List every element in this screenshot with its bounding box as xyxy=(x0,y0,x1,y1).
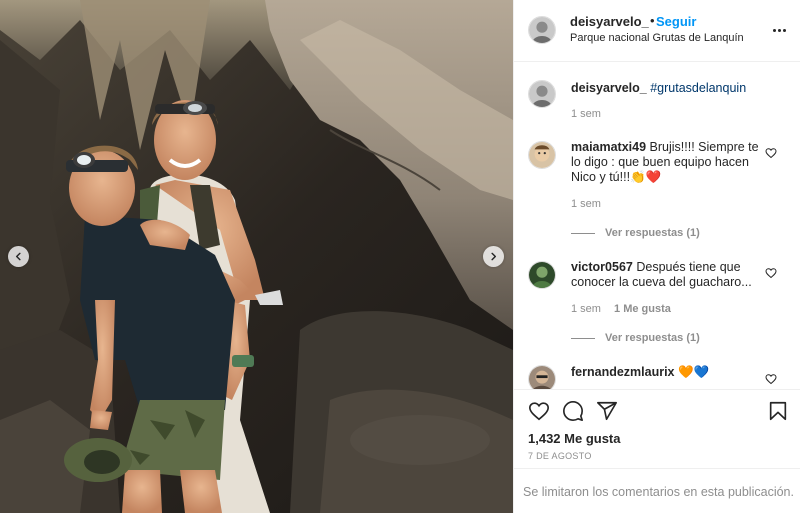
comments-list[interactable]: deisyarvelo_ #grutasdelanquin 1 sem maia… xyxy=(514,63,800,389)
replies-divider xyxy=(571,232,595,234)
author-avatar[interactable] xyxy=(528,16,556,44)
commenter-avatar[interactable] xyxy=(528,141,556,169)
comment-text: victor0567 Después tiene que conocer la … xyxy=(571,260,752,289)
chevron-right-icon xyxy=(491,252,497,261)
separator-dot: • xyxy=(650,13,655,28)
more-options-icon[interactable] xyxy=(773,22,789,38)
replies-divider xyxy=(571,337,595,339)
commenter-avatar[interactable] xyxy=(528,365,556,389)
comment-text: maiamatxi49 Brujis!!!! Siempre te lo dig… xyxy=(571,140,759,184)
view-replies-button[interactable]: Ver respuestas (1) xyxy=(571,332,700,344)
post-side-panel: deisyarvelo_ • Seguir Parque nacional Gr… xyxy=(513,0,800,513)
comment-text: fernandezmlaurix 🧡💙 xyxy=(571,365,766,380)
heart-icon[interactable] xyxy=(765,267,777,279)
post-header: deisyarvelo_ • Seguir Parque nacional Gr… xyxy=(514,0,800,62)
share-icon[interactable] xyxy=(596,400,618,422)
caption-username[interactable]: deisyarvelo_ xyxy=(571,81,647,95)
emoji: 👏❤️ xyxy=(630,170,662,184)
author-username[interactable]: deisyarvelo_ xyxy=(570,14,649,29)
commenter-username[interactable]: victor0567 xyxy=(571,260,633,274)
hashtag-link[interactable]: #grutasdelanquin xyxy=(650,81,746,95)
comment-likes[interactable]: 1 Me gusta xyxy=(614,303,671,315)
previous-photo-button[interactable] xyxy=(8,246,29,267)
post-date[interactable]: 7 DE AGOSTO xyxy=(528,451,592,461)
post-viewer: deisyarvelo_ • Seguir Parque nacional Gr… xyxy=(0,0,800,513)
heart-icon[interactable] xyxy=(765,147,777,159)
caption-text: deisyarvelo_ #grutasdelanquin xyxy=(571,81,766,96)
likes-count[interactable]: 1,432 Me gusta xyxy=(528,431,621,446)
view-replies-button[interactable]: Ver respuestas (1) xyxy=(571,227,700,239)
commenter-username[interactable]: maiamatxi49 xyxy=(571,140,646,154)
author-avatar[interactable] xyxy=(528,80,556,108)
chevron-left-icon xyxy=(15,252,21,261)
next-photo-button[interactable] xyxy=(483,246,504,267)
post-media[interactable] xyxy=(0,0,513,513)
follow-button[interactable]: Seguir xyxy=(656,14,696,29)
heart-icon[interactable] xyxy=(765,373,777,385)
heart-icon[interactable] xyxy=(528,400,550,422)
comment-time[interactable]: 1 sem xyxy=(571,198,601,210)
post-location[interactable]: Parque nacional Grutas de Lanquín xyxy=(570,32,744,44)
bookmark-icon[interactable] xyxy=(767,400,789,422)
caption-time[interactable]: 1 sem xyxy=(571,108,601,120)
comment-icon[interactable] xyxy=(562,400,584,422)
cave-photo xyxy=(0,0,513,513)
emoji: 🧡💙 xyxy=(678,365,710,379)
commenter-avatar[interactable] xyxy=(528,261,556,289)
comment-time[interactable]: 1 sem xyxy=(571,303,601,315)
commenter-username[interactable]: fernandezmlaurix xyxy=(571,365,675,379)
comments-limited-notice: Se limitaron los comentarios en esta pub… xyxy=(514,468,800,513)
post-actions: 1,432 Me gusta 7 DE AGOSTO Se limitaron … xyxy=(514,389,800,513)
comment-meta: 1 sem 1 Me gusta xyxy=(571,303,671,315)
